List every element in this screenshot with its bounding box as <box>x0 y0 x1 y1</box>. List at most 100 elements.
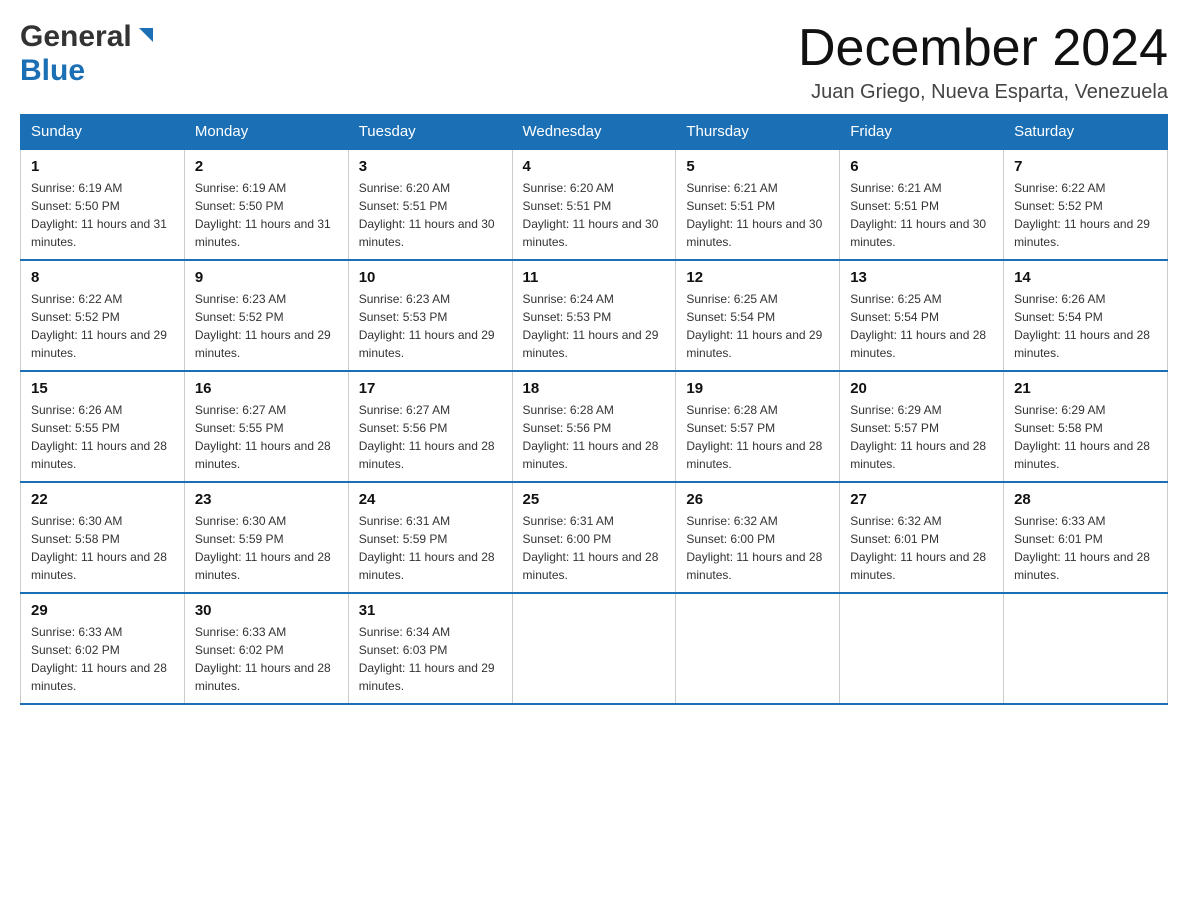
day-number: 6 <box>850 158 993 175</box>
column-header-saturday: Saturday <box>1004 115 1168 150</box>
calendar-cell: 26 Sunrise: 6:32 AMSunset: 6:00 PMDaylig… <box>676 482 840 593</box>
day-number: 28 <box>1014 491 1157 508</box>
day-number: 13 <box>850 269 993 286</box>
calendar-cell: 19 Sunrise: 6:28 AMSunset: 5:57 PMDaylig… <box>676 371 840 482</box>
calendar-week-5: 29 Sunrise: 6:33 AMSunset: 6:02 PMDaylig… <box>21 593 1168 704</box>
calendar-cell <box>676 593 840 704</box>
calendar-header-row: SundayMondayTuesdayWednesdayThursdayFrid… <box>21 115 1168 150</box>
day-info: Sunrise: 6:23 AMSunset: 5:53 PMDaylight:… <box>359 292 495 360</box>
calendar-cell: 7 Sunrise: 6:22 AMSunset: 5:52 PMDayligh… <box>1004 149 1168 260</box>
day-number: 1 <box>31 158 174 175</box>
calendar-cell <box>1004 593 1168 704</box>
calendar-cell <box>512 593 676 704</box>
day-number: 12 <box>686 269 829 286</box>
logo: General Blue <box>20 20 157 88</box>
title-section: December 2024 Juan Griego, Nueva Esparta… <box>798 20 1168 104</box>
logo-blue-text: Blue <box>20 54 85 88</box>
calendar-cell: 25 Sunrise: 6:31 AMSunset: 6:00 PMDaylig… <box>512 482 676 593</box>
day-number: 24 <box>359 491 502 508</box>
column-header-thursday: Thursday <box>676 115 840 150</box>
day-info: Sunrise: 6:30 AMSunset: 5:58 PMDaylight:… <box>31 514 167 582</box>
day-number: 8 <box>31 269 174 286</box>
day-number: 9 <box>195 269 338 286</box>
calendar-cell: 10 Sunrise: 6:23 AMSunset: 5:53 PMDaylig… <box>348 260 512 371</box>
day-number: 16 <box>195 380 338 397</box>
calendar-cell: 22 Sunrise: 6:30 AMSunset: 5:58 PMDaylig… <box>21 482 185 593</box>
column-header-sunday: Sunday <box>21 115 185 150</box>
day-number: 31 <box>359 602 502 619</box>
calendar-cell: 1 Sunrise: 6:19 AMSunset: 5:50 PMDayligh… <box>21 149 185 260</box>
calendar-cell: 12 Sunrise: 6:25 AMSunset: 5:54 PMDaylig… <box>676 260 840 371</box>
day-info: Sunrise: 6:27 AMSunset: 5:56 PMDaylight:… <box>359 403 495 471</box>
day-info: Sunrise: 6:21 AMSunset: 5:51 PMDaylight:… <box>850 181 986 249</box>
calendar-week-1: 1 Sunrise: 6:19 AMSunset: 5:50 PMDayligh… <box>21 149 1168 260</box>
day-number: 22 <box>31 491 174 508</box>
calendar-cell: 23 Sunrise: 6:30 AMSunset: 5:59 PMDaylig… <box>184 482 348 593</box>
day-number: 27 <box>850 491 993 508</box>
day-number: 15 <box>31 380 174 397</box>
day-info: Sunrise: 6:31 AMSunset: 6:00 PMDaylight:… <box>523 514 659 582</box>
day-number: 21 <box>1014 380 1157 397</box>
calendar-cell: 30 Sunrise: 6:33 AMSunset: 6:02 PMDaylig… <box>184 593 348 704</box>
day-info: Sunrise: 6:19 AMSunset: 5:50 PMDaylight:… <box>195 181 331 249</box>
day-info: Sunrise: 6:19 AMSunset: 5:50 PMDaylight:… <box>31 181 167 249</box>
day-info: Sunrise: 6:33 AMSunset: 6:01 PMDaylight:… <box>1014 514 1150 582</box>
logo-general-text: General <box>20 20 132 54</box>
day-info: Sunrise: 6:25 AMSunset: 5:54 PMDaylight:… <box>850 292 986 360</box>
day-number: 14 <box>1014 269 1157 286</box>
calendar-cell: 28 Sunrise: 6:33 AMSunset: 6:01 PMDaylig… <box>1004 482 1168 593</box>
day-info: Sunrise: 6:30 AMSunset: 5:59 PMDaylight:… <box>195 514 331 582</box>
day-number: 18 <box>523 380 666 397</box>
day-info: Sunrise: 6:31 AMSunset: 5:59 PMDaylight:… <box>359 514 495 582</box>
calendar-cell <box>840 593 1004 704</box>
calendar-cell: 27 Sunrise: 6:32 AMSunset: 6:01 PMDaylig… <box>840 482 1004 593</box>
day-info: Sunrise: 6:25 AMSunset: 5:54 PMDaylight:… <box>686 292 822 360</box>
day-info: Sunrise: 6:28 AMSunset: 5:56 PMDaylight:… <box>523 403 659 471</box>
calendar-cell: 6 Sunrise: 6:21 AMSunset: 5:51 PMDayligh… <box>840 149 1004 260</box>
day-number: 26 <box>686 491 829 508</box>
day-info: Sunrise: 6:20 AMSunset: 5:51 PMDaylight:… <box>359 181 495 249</box>
column-header-wednesday: Wednesday <box>512 115 676 150</box>
day-number: 4 <box>523 158 666 175</box>
calendar-cell: 18 Sunrise: 6:28 AMSunset: 5:56 PMDaylig… <box>512 371 676 482</box>
day-info: Sunrise: 6:27 AMSunset: 5:55 PMDaylight:… <box>195 403 331 471</box>
calendar-cell: 29 Sunrise: 6:33 AMSunset: 6:02 PMDaylig… <box>21 593 185 704</box>
day-number: 5 <box>686 158 829 175</box>
day-info: Sunrise: 6:33 AMSunset: 6:02 PMDaylight:… <box>195 625 331 693</box>
calendar-cell: 8 Sunrise: 6:22 AMSunset: 5:52 PMDayligh… <box>21 260 185 371</box>
day-info: Sunrise: 6:28 AMSunset: 5:57 PMDaylight:… <box>686 403 822 471</box>
day-number: 30 <box>195 602 338 619</box>
calendar-cell: 9 Sunrise: 6:23 AMSunset: 5:52 PMDayligh… <box>184 260 348 371</box>
day-info: Sunrise: 6:24 AMSunset: 5:53 PMDaylight:… <box>523 292 659 360</box>
calendar-week-3: 15 Sunrise: 6:26 AMSunset: 5:55 PMDaylig… <box>21 371 1168 482</box>
day-info: Sunrise: 6:23 AMSunset: 5:52 PMDaylight:… <box>195 292 331 360</box>
calendar-cell: 20 Sunrise: 6:29 AMSunset: 5:57 PMDaylig… <box>840 371 1004 482</box>
logo-arrow-icon <box>135 24 157 51</box>
day-info: Sunrise: 6:26 AMSunset: 5:54 PMDaylight:… <box>1014 292 1150 360</box>
day-number: 23 <box>195 491 338 508</box>
calendar-cell: 16 Sunrise: 6:27 AMSunset: 5:55 PMDaylig… <box>184 371 348 482</box>
day-number: 3 <box>359 158 502 175</box>
calendar-cell: 13 Sunrise: 6:25 AMSunset: 5:54 PMDaylig… <box>840 260 1004 371</box>
day-info: Sunrise: 6:22 AMSunset: 5:52 PMDaylight:… <box>1014 181 1150 249</box>
calendar-cell: 31 Sunrise: 6:34 AMSunset: 6:03 PMDaylig… <box>348 593 512 704</box>
calendar-cell: 3 Sunrise: 6:20 AMSunset: 5:51 PMDayligh… <box>348 149 512 260</box>
day-number: 10 <box>359 269 502 286</box>
location-text: Juan Griego, Nueva Esparta, Venezuela <box>798 81 1168 104</box>
day-number: 11 <box>523 269 666 286</box>
day-info: Sunrise: 6:33 AMSunset: 6:02 PMDaylight:… <box>31 625 167 693</box>
column-header-tuesday: Tuesday <box>348 115 512 150</box>
month-title: December 2024 <box>798 20 1168 77</box>
day-info: Sunrise: 6:22 AMSunset: 5:52 PMDaylight:… <box>31 292 167 360</box>
calendar-cell: 11 Sunrise: 6:24 AMSunset: 5:53 PMDaylig… <box>512 260 676 371</box>
calendar-cell: 2 Sunrise: 6:19 AMSunset: 5:50 PMDayligh… <box>184 149 348 260</box>
day-number: 19 <box>686 380 829 397</box>
day-info: Sunrise: 6:26 AMSunset: 5:55 PMDaylight:… <box>31 403 167 471</box>
day-info: Sunrise: 6:29 AMSunset: 5:57 PMDaylight:… <box>850 403 986 471</box>
day-number: 20 <box>850 380 993 397</box>
day-number: 17 <box>359 380 502 397</box>
calendar-cell: 5 Sunrise: 6:21 AMSunset: 5:51 PMDayligh… <box>676 149 840 260</box>
day-info: Sunrise: 6:32 AMSunset: 6:01 PMDaylight:… <box>850 514 986 582</box>
calendar-table: SundayMondayTuesdayWednesdayThursdayFrid… <box>20 114 1168 705</box>
calendar-cell: 14 Sunrise: 6:26 AMSunset: 5:54 PMDaylig… <box>1004 260 1168 371</box>
